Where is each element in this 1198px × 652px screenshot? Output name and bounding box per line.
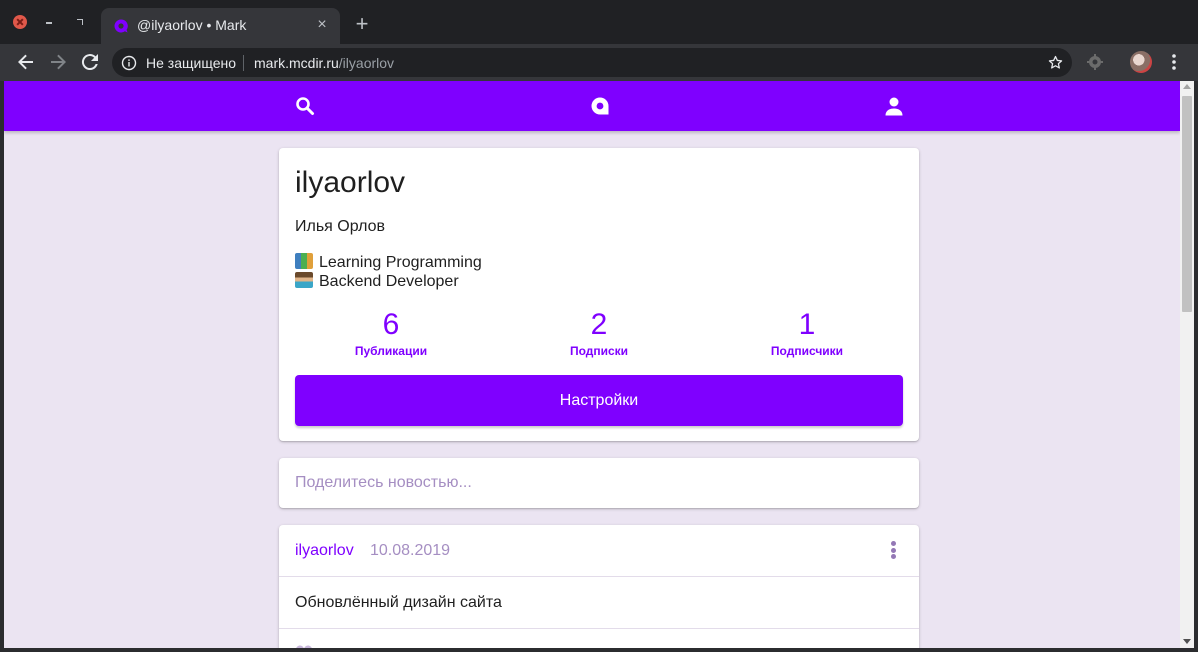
profile-card: ilyaorlov Илья Орлов Learning Programmin… bbox=[279, 148, 919, 441]
close-window-button[interactable] bbox=[13, 15, 27, 29]
page-scrollbar[interactable] bbox=[1180, 81, 1194, 648]
post-divider bbox=[279, 628, 919, 629]
new-tab-button[interactable]: + bbox=[352, 13, 372, 35]
profile-full-name: Илья Орлов bbox=[295, 218, 385, 235]
scroll-thumb[interactable] bbox=[1182, 96, 1192, 312]
stat-label: Подписчики bbox=[770, 344, 844, 358]
extension-icon[interactable] bbox=[1086, 53, 1104, 71]
browser-tab[interactable]: @ilyaorlov • Mark × bbox=[101, 8, 340, 44]
profile-avatar[interactable] bbox=[1130, 51, 1152, 73]
security-label[interactable]: Не защищено bbox=[146, 55, 236, 71]
technologist-emoji-icon bbox=[295, 272, 313, 288]
bio-text: Backend Developer bbox=[319, 273, 459, 290]
profile-icon[interactable] bbox=[884, 96, 904, 116]
compose-input[interactable]: Поделитесь новостью... bbox=[295, 474, 472, 492]
page-viewport: ilyaorlov Илья Орлов Learning Programmin… bbox=[4, 81, 1180, 648]
stat-label: Публикации bbox=[354, 344, 428, 358]
tab-close-icon[interactable]: × bbox=[314, 17, 330, 33]
post-card: ilyaorlov 10.08.2019 Обновлённый дизайн … bbox=[279, 525, 919, 648]
bio-line: Learning Programming bbox=[295, 253, 482, 272]
minimize-window-button[interactable] bbox=[43, 15, 57, 29]
maximize-window-button[interactable] bbox=[73, 15, 87, 29]
search-icon[interactable] bbox=[295, 96, 315, 116]
home-logo-icon[interactable] bbox=[590, 96, 610, 116]
settings-button[interactable]: Настройки bbox=[295, 375, 903, 426]
omnibox-divider bbox=[243, 55, 244, 71]
post-text: Обновлённый дизайн сайта bbox=[295, 594, 502, 611]
stat-label: Подписки bbox=[569, 344, 629, 358]
scroll-down-arrow-icon[interactable] bbox=[1183, 639, 1191, 644]
menu-dots-icon[interactable] bbox=[1164, 52, 1184, 72]
tab-strip: @ilyaorlov • Mark × + bbox=[0, 0, 1198, 44]
app-header bbox=[4, 81, 1180, 131]
stat-count: 2 bbox=[590, 308, 608, 341]
back-arrow-icon[interactable] bbox=[14, 50, 38, 74]
url-host: mark.mcdir.ru bbox=[254, 55, 339, 71]
books-emoji-icon bbox=[295, 253, 313, 269]
window-frame-bottom bbox=[0, 648, 1198, 652]
tab-title: @ilyaorlov • Mark bbox=[137, 17, 247, 33]
stat-following[interactable]: 2 Подписки bbox=[509, 308, 689, 358]
compose-card[interactable]: Поделитесь новостью... bbox=[279, 458, 919, 508]
stat-count: 6 bbox=[382, 308, 400, 341]
stat-publications[interactable]: 6 Публикации bbox=[301, 308, 481, 358]
reload-icon[interactable] bbox=[78, 50, 102, 74]
post-date: 10.08.2019 bbox=[370, 542, 451, 559]
post-author[interactable]: ilyaorlov bbox=[295, 542, 354, 560]
scroll-up-arrow-icon[interactable] bbox=[1183, 84, 1191, 89]
stat-count: 1 bbox=[798, 308, 816, 341]
forward-arrow-icon[interactable] bbox=[46, 50, 70, 74]
post-menu-icon[interactable] bbox=[888, 541, 898, 561]
info-icon[interactable] bbox=[121, 55, 137, 71]
mark-logo-icon bbox=[114, 19, 128, 33]
profile-username: ilyaorlov bbox=[295, 166, 406, 199]
bio-line: Backend Developer bbox=[295, 272, 459, 291]
stat-followers[interactable]: 1 Подписчики bbox=[717, 308, 897, 358]
post-divider bbox=[279, 576, 919, 577]
browser-toolbar: Не защищено mark.mcdir.ru/ilyaorlov bbox=[0, 44, 1198, 81]
address-bar[interactable]: Не защищено mark.mcdir.ru/ilyaorlov bbox=[112, 48, 1072, 77]
url-text[interactable]: mark.mcdir.ru/ilyaorlov bbox=[254, 55, 394, 71]
bio-text: Learning Programming bbox=[319, 254, 482, 271]
bookmark-star-icon[interactable] bbox=[1047, 54, 1064, 71]
window-frame-right bbox=[1194, 81, 1198, 652]
url-path: /ilyaorlov bbox=[338, 55, 395, 71]
